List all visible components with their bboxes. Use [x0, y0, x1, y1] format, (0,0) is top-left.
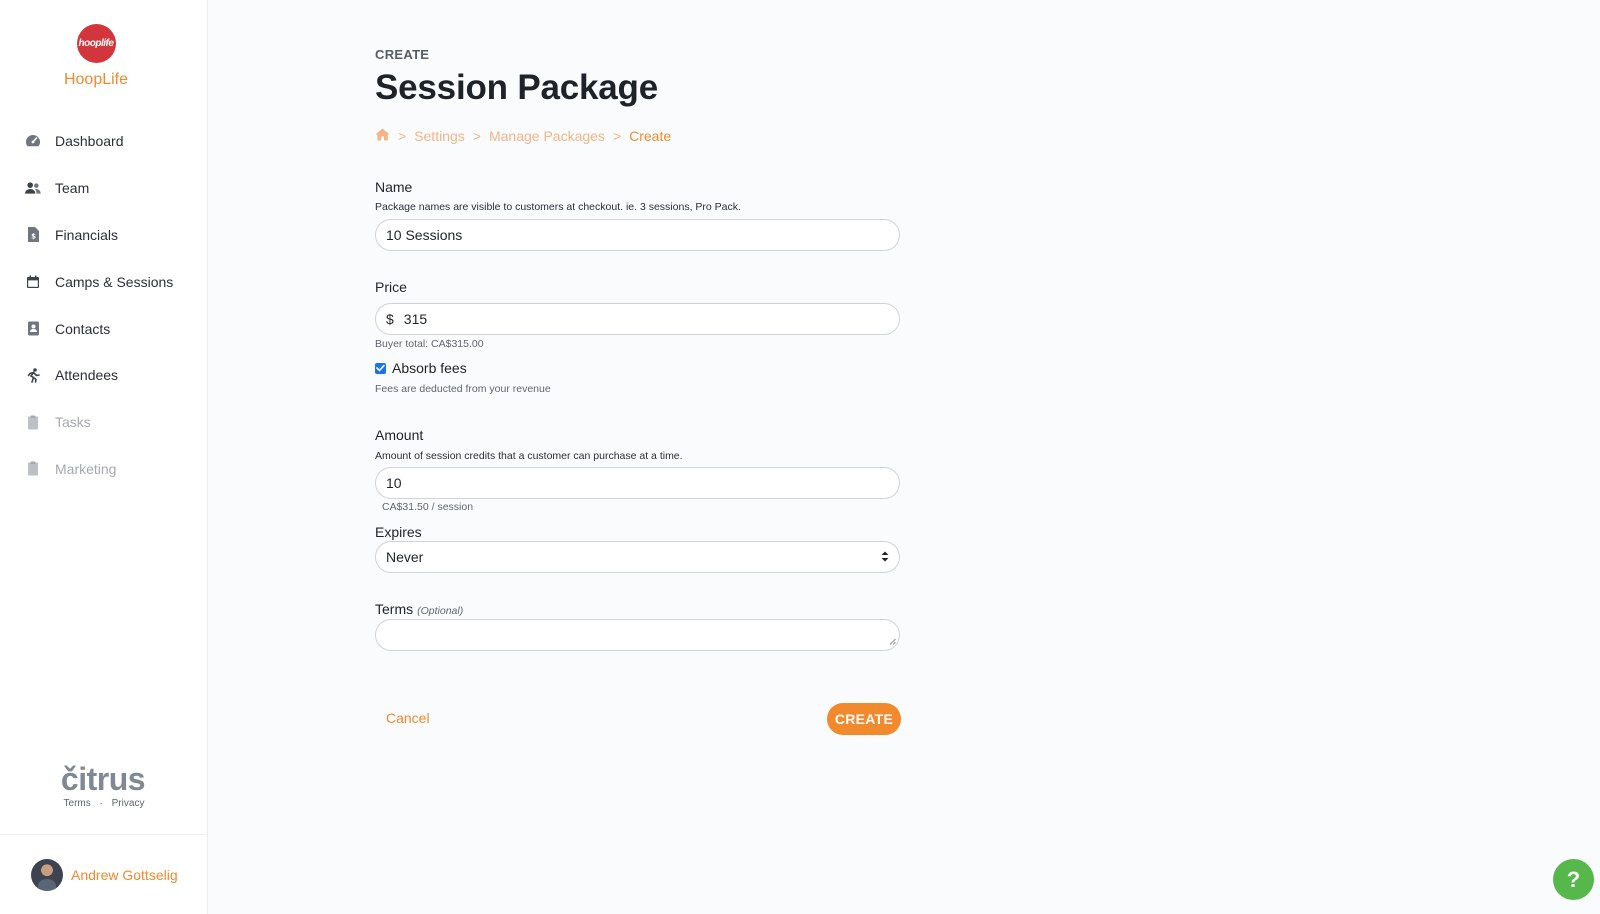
name-label: Name: [375, 179, 413, 195]
absorb-fees-row[interactable]: Absorb fees: [375, 360, 467, 376]
sidebar-item-attendees[interactable]: Attendees: [0, 352, 208, 399]
sidebar: hooplife HoopLife Dashboard Team $ Finan…: [0, 0, 208, 914]
sidebar-item-marketing[interactable]: Marketing: [0, 446, 208, 493]
expires-selected-value: Never: [386, 549, 424, 565]
brand-logo[interactable]: hooplife: [76, 24, 116, 63]
terms-label-row: Terms (Optional): [375, 601, 463, 617]
absorb-fees-help: Fees are deducted from your revenue: [375, 383, 551, 395]
sidebar-item-dashboard[interactable]: Dashboard: [0, 118, 208, 165]
breadcrumb-manage-packages[interactable]: Manage Packages: [489, 128, 605, 144]
users-icon: [25, 180, 41, 196]
expires-label: Expires: [375, 524, 422, 540]
expires-select[interactable]: Never: [375, 541, 900, 573]
invoice-icon: $: [25, 227, 41, 243]
clipboard-icon: [25, 414, 41, 430]
sidebar-item-label: Camps & Sessions: [55, 273, 174, 290]
breadcrumb-settings[interactable]: Settings: [414, 128, 465, 144]
avatar[interactable]: [31, 858, 63, 891]
terms-textarea[interactable]: [375, 619, 900, 651]
footer-links: Terms · Privacy: [0, 798, 208, 809]
cancel-button[interactable]: Cancel: [386, 710, 430, 726]
clipboard-icon: [25, 461, 41, 477]
sidebar-item-financials[interactable]: $ Financials: [0, 212, 208, 259]
name-field[interactable]: [375, 219, 900, 251]
optional-tag: (Optional): [417, 605, 464, 617]
page-eyebrow: CREATE: [375, 47, 430, 62]
sidebar-item-label: Financials: [55, 226, 119, 243]
select-arrows-icon: [881, 549, 889, 565]
sidebar-item-label: Dashboard: [55, 133, 124, 150]
sidebar-item-label: Tasks: [55, 414, 91, 431]
page-title: Session Package: [375, 68, 658, 107]
speedometer-icon: [25, 133, 41, 149]
absorb-fees-checkbox[interactable]: [375, 362, 386, 374]
brand-name[interactable]: HoopLife: [0, 71, 192, 89]
sidebar-item-tasks[interactable]: Tasks: [0, 399, 208, 446]
amount-label: Amount: [375, 427, 424, 443]
name-input[interactable]: [386, 220, 899, 250]
terms-label: Terms: [375, 601, 414, 617]
sidebar-item-label: Attendees: [55, 367, 119, 384]
address-book-icon: [25, 321, 41, 337]
check-icon: [376, 364, 385, 372]
sidebar-item-contacts[interactable]: Contacts: [0, 305, 208, 352]
amount-help-text: Amount of session credits that a custome…: [375, 450, 683, 462]
terms-link[interactable]: Terms: [64, 798, 91, 809]
name-help-text: Package names are visible to customers a…: [375, 201, 741, 213]
price-input[interactable]: [403, 304, 899, 334]
user-profile[interactable]: Andrew Gottselig: [0, 834, 208, 914]
sidebar-item-label: Contacts: [55, 320, 111, 337]
breadcrumb-separator: >: [612, 128, 622, 144]
breadcrumb: > Settings > Manage Packages > Create: [375, 128, 671, 144]
home-icon[interactable]: [375, 128, 390, 144]
citrus-logo: čitrus: [60, 761, 146, 797]
breadcrumb-separator: >: [472, 128, 481, 144]
user-name[interactable]: Andrew Gottselig: [71, 867, 178, 883]
resize-handle-icon[interactable]: [889, 632, 896, 648]
buyer-total: Buyer total: CA$315.00: [375, 338, 484, 350]
running-person-icon: [25, 367, 41, 383]
citrus-footer: čitrus Terms · Privacy: [0, 761, 208, 809]
sidebar-nav: Dashboard Team $ Financials Camps & Sess…: [0, 118, 208, 492]
breadcrumb-separator: >: [398, 128, 407, 144]
currency-prefix: $: [386, 311, 394, 327]
footer-divider: ·: [99, 798, 103, 809]
amount-input[interactable]: [386, 468, 899, 498]
sidebar-item-label: Team: [55, 180, 90, 197]
price-label: Price: [375, 279, 407, 295]
brand[interactable]: hooplife HoopLife: [0, 24, 192, 89]
create-button[interactable]: CREATE: [827, 703, 901, 735]
absorb-fees-label[interactable]: Absorb fees: [392, 360, 467, 376]
breadcrumb-create: Create: [629, 128, 672, 144]
per-session-price: CA$31.50 / session: [382, 501, 474, 513]
sidebar-item-camps-sessions[interactable]: Camps & Sessions: [0, 258, 208, 305]
sidebar-item-label: Marketing: [55, 460, 117, 477]
privacy-link[interactable]: Privacy: [112, 798, 145, 809]
help-button[interactable]: ?: [1553, 859, 1594, 900]
svg-text:$: $: [31, 233, 36, 241]
calendar-icon: [25, 274, 41, 290]
price-field[interactable]: $: [375, 303, 900, 335]
amount-field[interactable]: [375, 467, 900, 499]
sidebar-item-team[interactable]: Team: [0, 165, 208, 212]
